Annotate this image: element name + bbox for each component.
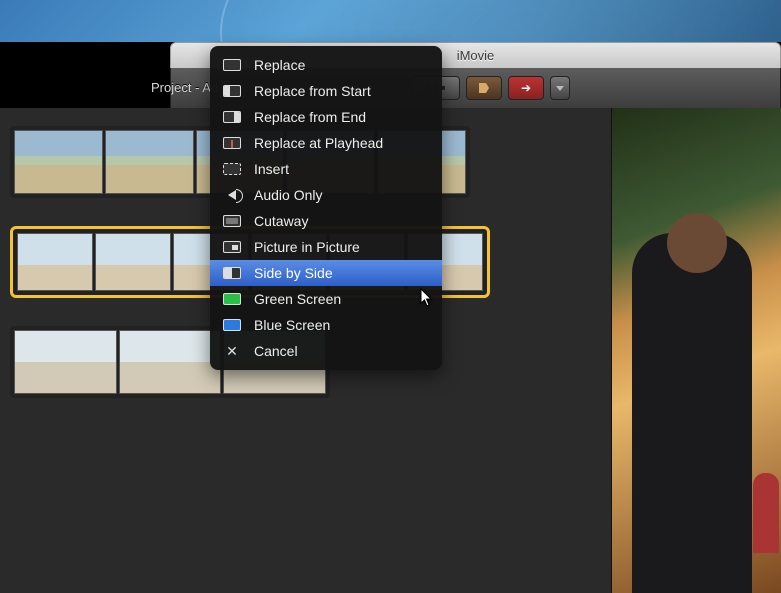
- clip-frame[interactable]: [14, 130, 103, 194]
- clip-frame[interactable]: [95, 233, 171, 291]
- menu-item-replace-playhead[interactable]: Replace at Playhead: [210, 130, 442, 156]
- dropdown-button[interactable]: [550, 76, 570, 100]
- green-screen-icon: [222, 292, 242, 306]
- project-label: Project - Ad: [151, 80, 218, 95]
- audio-icon: [222, 188, 242, 202]
- preview-subject: [753, 473, 779, 553]
- menu-item-cancel[interactable]: ✕ Cancel: [210, 338, 442, 364]
- menu-item-side-by-side[interactable]: Side by Side: [210, 260, 442, 286]
- menu-item-replace-start[interactable]: Replace from Start: [210, 78, 442, 104]
- clip-frame[interactable]: [119, 330, 222, 394]
- menu-item-replace[interactable]: Replace: [210, 52, 442, 78]
- window-title: iMovie: [457, 48, 495, 63]
- menu-item-green-screen[interactable]: Green Screen: [210, 286, 442, 312]
- clip-frame[interactable]: [17, 233, 93, 291]
- menu-item-blue-screen[interactable]: Blue Screen: [210, 312, 442, 338]
- side-by-side-icon: [222, 266, 242, 280]
- menu-item-label: Cancel: [254, 343, 428, 359]
- clip-frame[interactable]: [105, 130, 194, 194]
- cutaway-icon: [222, 214, 242, 228]
- menu-item-label: Replace: [254, 57, 428, 73]
- menu-item-label: Picture in Picture: [254, 239, 428, 255]
- menu-item-label: Blue Screen: [254, 317, 428, 333]
- marker-button[interactable]: [466, 76, 502, 100]
- replace-playhead-icon: [222, 136, 242, 150]
- menu-item-cutaway[interactable]: Cutaway: [210, 208, 442, 234]
- app-banner: [0, 0, 781, 42]
- blue-screen-icon: [222, 318, 242, 332]
- menu-item-label: Replace at Playhead: [254, 135, 428, 151]
- share-button[interactable]: ➔: [508, 76, 544, 100]
- menu-item-pip[interactable]: Picture in Picture: [210, 234, 442, 260]
- preview-subject: [632, 233, 752, 593]
- clip-frame[interactable]: [14, 330, 117, 394]
- insert-icon: [222, 162, 242, 176]
- chevron-down-icon: [556, 86, 564, 91]
- video-preview[interactable]: [611, 108, 781, 593]
- menu-item-label: Replace from Start: [254, 83, 428, 99]
- insert-options-menu: Replace Replace from Start Replace from …: [210, 46, 442, 370]
- menu-item-audio-only[interactable]: Audio Only: [210, 182, 442, 208]
- menu-item-label: Cutaway: [254, 213, 428, 229]
- tag-icon: [479, 83, 489, 93]
- menu-item-label: Audio Only: [254, 187, 428, 203]
- menu-item-insert[interactable]: Insert: [210, 156, 442, 182]
- menu-item-replace-end[interactable]: Replace from End: [210, 104, 442, 130]
- menu-item-label: Side by Side: [254, 265, 428, 281]
- replace-icon: [222, 58, 242, 72]
- replace-start-icon: [222, 84, 242, 98]
- replace-end-icon: [222, 110, 242, 124]
- cancel-icon: ✕: [222, 344, 242, 358]
- pip-icon: [222, 240, 242, 254]
- menu-item-label: Green Screen: [254, 291, 428, 307]
- menu-item-label: Insert: [254, 161, 428, 177]
- arrow-right-icon: ➔: [521, 81, 531, 95]
- menu-item-label: Replace from End: [254, 109, 428, 125]
